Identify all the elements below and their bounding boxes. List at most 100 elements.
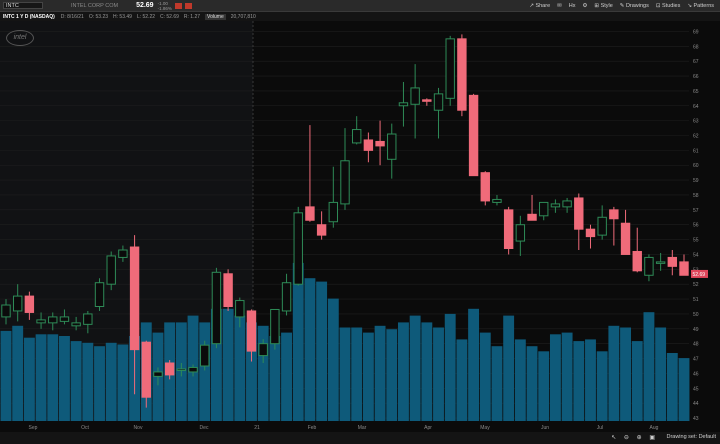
candle-body [94, 282, 105, 308]
share-button[interactable]: ↗ Share [529, 3, 550, 9]
volume-bar [549, 334, 561, 421]
y-tick-label: 66 [693, 74, 699, 80]
candle-body [316, 224, 327, 236]
volume-bar [82, 342, 94, 421]
candle-body [574, 197, 584, 230]
y-tick-label: 62 [693, 133, 699, 139]
candle-body [644, 256, 654, 276]
volume-bar [479, 332, 491, 421]
style-button[interactable]: ⊞ Style [594, 3, 612, 9]
candle-body [246, 310, 257, 352]
volume-bar [398, 322, 409, 421]
volume-bar [444, 313, 456, 421]
volume-bar [70, 341, 82, 421]
x-tick-label: Jul [597, 425, 603, 431]
candle-body [83, 313, 93, 325]
y-tick-label: 49 [693, 327, 699, 333]
style-label: Style [600, 2, 613, 9]
drawing-set-label[interactable]: Drawing set: Default [666, 434, 716, 440]
candle-body [410, 87, 420, 105]
volume-bar [339, 327, 351, 421]
company-name: INTEL CORP COM [71, 2, 119, 9]
candle-body [632, 250, 642, 272]
candle-body [679, 261, 689, 276]
volume-bar [538, 351, 550, 421]
y-tick-label: 45 [693, 386, 699, 392]
candle-body [351, 129, 362, 144]
candle-body [527, 213, 537, 221]
candle-body [211, 271, 222, 345]
x-tick-label: Dec [200, 425, 209, 431]
candle-body [48, 316, 58, 324]
price-chart[interactable]: 4344454647484950515253545556575859606162… [0, 21, 720, 431]
volume-bar [503, 315, 515, 421]
buy-button[interactable] [174, 2, 182, 9]
info-range: R: 1.27 [183, 13, 201, 20]
y-tick-label: 51 [693, 297, 699, 303]
last-price-tag-label: 52.69 [693, 272, 706, 278]
candle-body [1, 304, 11, 318]
volume-bar [0, 330, 12, 421]
volume-bar [678, 358, 690, 421]
mail-icon[interactable]: ✉ [557, 3, 562, 9]
chart-control-icons[interactable]: ↖ ⊖ ⊕ ▣ [611, 434, 658, 441]
volume-bar [421, 322, 433, 421]
volume-bar [433, 327, 444, 421]
volume-bar [666, 353, 678, 421]
candle-body [585, 228, 596, 238]
volume-bar [631, 341, 643, 421]
candle-body [550, 203, 561, 208]
candle-body [258, 343, 268, 357]
y-tick-label: 63 [693, 119, 699, 125]
settings-gear-icon[interactable]: ⚙ [582, 3, 587, 9]
x-tick-label: 21 [254, 425, 260, 431]
drawings-button[interactable]: ✎ Drawings [620, 3, 649, 9]
x-tick-label: May [480, 425, 490, 431]
patterns-button[interactable]: ↘ Patterns [687, 3, 714, 9]
candle-body [340, 160, 350, 205]
candle-body [305, 206, 315, 221]
hx-button[interactable]: Hx [569, 3, 576, 9]
candle-body [270, 308, 280, 345]
studies-button[interactable]: ⊡ Studies [656, 3, 681, 9]
y-tick-label: 67 [693, 59, 699, 65]
bottom-status-bar: ↖ ⊖ ⊕ ▣ Drawing set: Default [0, 432, 720, 444]
candle-body [12, 295, 23, 312]
info-date: D: 8/16/21 [60, 13, 84, 20]
candle-body [433, 93, 444, 111]
candle-body [457, 38, 467, 111]
volume-bar [47, 334, 59, 421]
sell-button[interactable] [184, 2, 192, 9]
volume-bar [491, 346, 503, 421]
volume-bar [596, 351, 608, 421]
candle-body [597, 216, 607, 236]
volume-bar [351, 327, 363, 421]
candle-body [445, 38, 455, 99]
chart-canvas[interactable]: 4344454647484950515253545556575859606162… [0, 21, 720, 431]
drawings-label: Drawings [625, 2, 649, 9]
candle-body [503, 209, 514, 250]
candle-body [609, 209, 619, 220]
chart-title: INTC 1 Y D (NASDAQ) [3, 13, 55, 20]
candle-body [118, 249, 128, 258]
x-tick-label: Mar [358, 425, 367, 431]
volume-bar [362, 332, 374, 421]
volume-bar [374, 325, 386, 421]
volume-bar [94, 346, 105, 421]
candle-body [281, 282, 292, 312]
symbol-input[interactable]: INTC [3, 2, 43, 9]
x-tick-label: Aug [650, 425, 659, 431]
y-tick-label: 59 [693, 178, 699, 184]
candle-body [363, 139, 374, 151]
toolbar-actions: ↗ Share ✉ Hx ⚙ ⊞ Style ✎ Drawings ⊡ Stud… [529, 0, 714, 11]
studies-label: Studies [662, 2, 681, 9]
y-tick-label: 55 [693, 238, 699, 244]
volume-bar [23, 337, 35, 421]
volume-bar [620, 327, 631, 421]
price-change: -1.00 -1.86% [158, 1, 172, 11]
candle-body [200, 344, 210, 367]
y-tick-label: 50 [693, 312, 699, 318]
volume-bar [316, 281, 328, 421]
candle-body [655, 261, 666, 264]
volume-bar [514, 339, 526, 421]
